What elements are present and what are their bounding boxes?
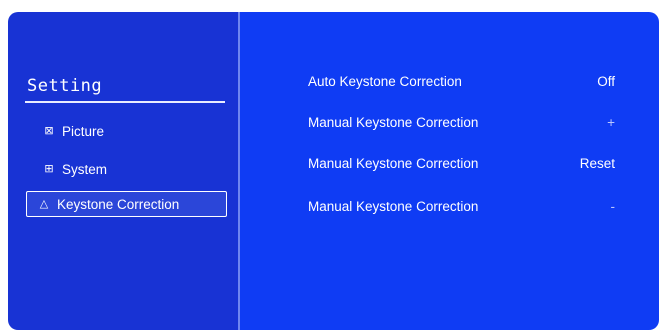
setting-label: Manual Keystone Correction <box>308 155 479 171</box>
sidebar-item-label: System <box>62 161 108 177</box>
settings-panel: Auto Keystone Correction Off Manual Keys… <box>240 12 659 330</box>
sidebar-divider <box>25 101 225 103</box>
keystone-minus-button[interactable]: - <box>535 194 616 218</box>
setting-label: Manual Keystone Correction <box>308 114 479 130</box>
trapezoid-icon: △ <box>39 197 49 210</box>
sidebar-item-label: Picture <box>62 123 105 139</box>
sidebar-item-keystone-correction[interactable]: △ Keystone Correction <box>26 191 227 217</box>
picture-icon: ⊠ <box>44 124 54 137</box>
setting-label: Auto Keystone Correction <box>308 73 462 89</box>
keystone-plus-button[interactable]: + <box>535 110 615 134</box>
setting-label: Manual Keystone Correction <box>308 198 479 214</box>
sidebar-item-picture[interactable]: ⊠ Picture <box>26 118 104 144</box>
grid-icon: ⊞ <box>44 162 54 175</box>
sidebar-item-label: Keystone Correction <box>57 196 180 212</box>
keystone-reset-button[interactable]: Reset <box>535 151 615 175</box>
sidebar: Setting ⊠ Picture ⊞ System △ Keystone Co… <box>8 12 240 330</box>
sidebar-item-system[interactable]: ⊞ System <box>26 156 107 182</box>
settings-window: Setting ⊠ Picture ⊞ System △ Keystone Co… <box>8 12 659 330</box>
sidebar-title: Setting <box>27 76 103 96</box>
setting-auto-keystone-value[interactable]: Off <box>535 69 615 93</box>
